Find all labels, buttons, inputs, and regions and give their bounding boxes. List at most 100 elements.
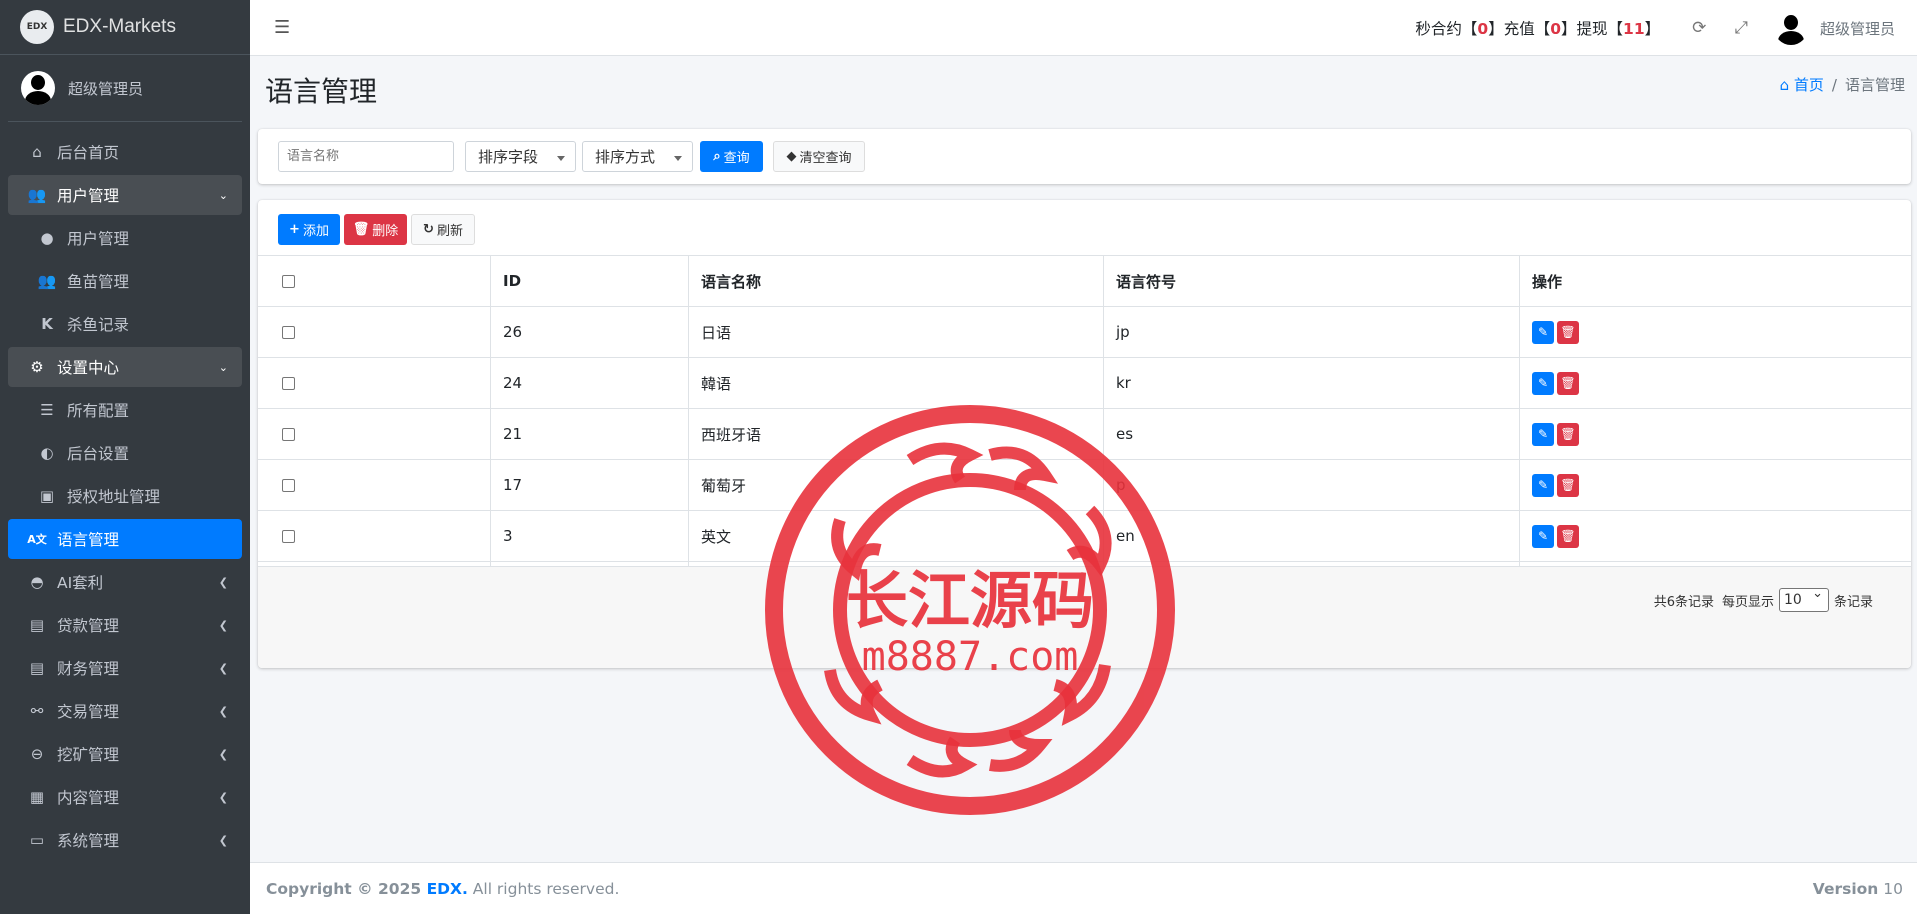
edit-icon[interactable]: ✎ (1532, 473, 1554, 497)
delete-button[interactable]: 🗑 删除 (344, 214, 407, 245)
header-language-name[interactable]: 语言名称 (688, 256, 1103, 306)
address-book-icon: ▣ (39, 487, 55, 505)
row-select-cell (258, 460, 490, 510)
version-label: Version (1812, 879, 1879, 898)
clear-query-label: 清空查询 (799, 151, 852, 166)
user-name: 超级管理员 (68, 79, 144, 98)
pagination-info: 共6条记录 每页显示 10 条记录 (1654, 586, 1873, 612)
cogs-icon: ⚙ (30, 358, 44, 376)
refresh-label: 刷新 (436, 224, 463, 239)
trash-icon[interactable]: 🗑 (1557, 320, 1579, 344)
query-label: 查询 (723, 151, 750, 166)
watermark-seal: 长江源码 m8887.com (765, 405, 1175, 815)
row-checkbox[interactable] (282, 325, 295, 339)
row-checkbox[interactable] (282, 529, 295, 543)
user-panel[interactable]: 超级管理员 (8, 55, 242, 122)
sidebar-item-admin-settings[interactable]: ◐ 后台设置 (8, 433, 242, 473)
sidebar-item-kill-records[interactable]: K 杀鱼记录 (8, 304, 242, 344)
row-checkbox[interactable] (282, 376, 295, 390)
stat-contract: 0 (1477, 20, 1489, 38)
stat-suffix: 】 (1644, 20, 1661, 38)
sidebar-item-fry[interactable]: 👥 鱼苗管理 (8, 261, 242, 301)
table-row[interactable]: 26 日语 jp ✎ 🗑 (258, 306, 1911, 357)
sidebar-item-language[interactable]: A文 语言管理 (8, 519, 242, 559)
fullscreen-icon[interactable]: ⤢ (1734, 18, 1748, 38)
cell-actions: ✎🗑 (1519, 460, 1911, 510)
clear-query-button[interactable]: ◆ 清空查询 (773, 141, 865, 172)
edit-icon[interactable]: ✎ (1532, 320, 1554, 344)
sidebar-item-settings-center[interactable]: ⚙ 设置中心 ⌄ (8, 347, 242, 387)
row-select-cell (258, 409, 490, 459)
refresh-icon[interactable]: ⟳ (1692, 18, 1706, 38)
header-actions: 操作 (1519, 256, 1911, 306)
edit-icon[interactable]: ✎ (1532, 422, 1554, 446)
user-icon: ● (40, 229, 54, 247)
sidebar-item-all-config[interactable]: ☰ 所有配置 (8, 390, 242, 430)
stat-recharge: 0 (1550, 20, 1562, 38)
sidebar-item-content[interactable]: ▦ 内容管理 ❮ (8, 777, 242, 817)
cell-actions: ✎🗑 (1519, 511, 1911, 561)
chevron-left-icon: ❮ (218, 747, 228, 761)
row-select-cell (258, 511, 490, 561)
breadcrumb-home[interactable]: ⌂ 首页 (1780, 74, 1824, 95)
language-name-search-input[interactable] (278, 141, 454, 172)
trash-icon[interactable]: 🗑 (1557, 422, 1579, 446)
per-page-select[interactable]: 10 (1778, 586, 1829, 612)
page-title: 语言管理 (265, 75, 378, 108)
header-language-symbol[interactable]: 语言符号 (1103, 256, 1519, 306)
header-id[interactable]: ID (490, 256, 688, 306)
order-stats[interactable]: 秒合约【0】充值【0】提现【11】 (1415, 17, 1660, 39)
sidebar-item-finance[interactable]: ▤ 财务管理 ❮ (8, 648, 242, 688)
chevron-left-icon: ❮ (218, 833, 228, 847)
edit-icon[interactable]: ✎ (1532, 524, 1554, 548)
sidebar-item-label: 鱼苗管理 (67, 273, 130, 291)
sort-order-select[interactable]: 排序方式 (582, 141, 693, 172)
top-user-menu[interactable]: 超级管理员 (1773, 11, 1895, 45)
row-checkbox[interactable] (282, 478, 295, 492)
sidebar-item-user-management[interactable]: 👥 用户管理 ⌄ (8, 175, 242, 215)
cell-id: 24 (490, 358, 688, 408)
chevron-left-icon: ❮ (218, 575, 228, 589)
cell-id: 26 (490, 307, 688, 357)
sort-field-label: 排序字段 (478, 148, 539, 166)
list-icon: ☰ (40, 401, 54, 419)
sidebar-item-label: 杀鱼记录 (67, 316, 130, 334)
sidebar-item-users[interactable]: ● 用户管理 (8, 218, 242, 258)
sidebar-item-trading[interactable]: ⚯ 交易管理 ❮ (8, 691, 242, 731)
sidebar-item-dashboard[interactable]: ⌂ 后台首页 (8, 132, 242, 172)
menu-toggle-icon[interactable]: ☰ (274, 17, 290, 38)
sidebar-item-system[interactable]: ▭ 系统管理 ❮ (8, 820, 242, 860)
add-label: 添加 (302, 224, 329, 239)
caret-down-icon (557, 156, 565, 161)
footer-brand-link[interactable]: EDX. (427, 880, 468, 898)
sidebar-item-label: 后台首页 (57, 144, 120, 162)
sort-order-label: 排序方式 (595, 148, 656, 166)
add-button[interactable]: + 添加 (278, 214, 340, 245)
plus-icon: + (289, 222, 300, 237)
sidebar-item-auth-address[interactable]: ▣ 授权地址管理 (8, 476, 242, 516)
trash-icon: 🗑 (352, 222, 370, 237)
sidebar-item-label: 系统管理 (57, 832, 120, 850)
page-footer: Copyright © 2025 EDX. All rights reserve… (250, 862, 1917, 914)
row-checkbox[interactable] (282, 427, 295, 441)
cell-actions: ✎🗑 (1519, 307, 1911, 357)
per-page-prefix: 每页显示 (1721, 594, 1774, 610)
sidebar-item-ai-arbitrage[interactable]: ◓ AI套利 ❮ (8, 562, 242, 602)
sidebar-item-loans[interactable]: ▤ 贷款管理 ❮ (8, 605, 242, 645)
select-all-checkbox[interactable] (282, 274, 295, 288)
trash-icon[interactable]: 🗑 (1557, 524, 1579, 548)
brand-link[interactable]: EDX EDX-Markets (0, 0, 250, 55)
sort-field-select[interactable]: 排序字段 (465, 141, 576, 172)
breadcrumb-current: 语言管理 (1844, 76, 1905, 94)
table-header-row: ID 语言名称 语言符号 操作 (258, 255, 1911, 306)
sidebar-item-mining[interactable]: ⊖ 挖矿管理 ❮ (8, 734, 242, 774)
sidebar-item-label: 财务管理 (57, 660, 120, 678)
trash-icon[interactable]: 🗑 (1557, 473, 1579, 497)
refresh-button[interactable]: ↻ 刷新 (411, 214, 475, 245)
edit-icon[interactable]: ✎ (1532, 371, 1554, 395)
query-button[interactable]: ⌕ 查询 (700, 141, 763, 172)
avatar (21, 71, 55, 105)
copyright-prefix: Copyright © 2025 (266, 879, 427, 898)
trash-icon[interactable]: 🗑 (1557, 371, 1579, 395)
chevron-left-icon: ❮ (218, 618, 228, 632)
